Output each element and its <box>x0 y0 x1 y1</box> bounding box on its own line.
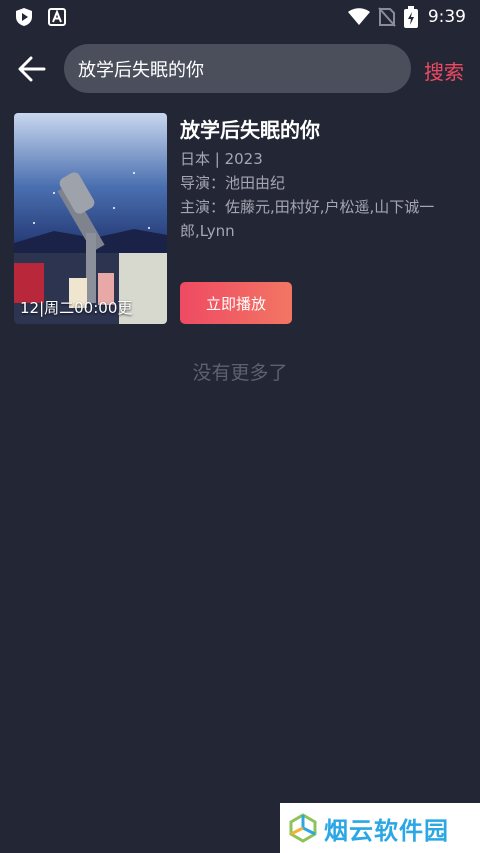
battery-charging-icon <box>403 6 418 28</box>
search-row: 搜索 <box>0 44 480 94</box>
watermark-logo-icon <box>289 813 317 843</box>
result-director: 导演：池田由纪 <box>180 174 286 192</box>
poster-image <box>14 113 167 324</box>
wifi-icon <box>347 8 370 25</box>
watermark-text: 烟云软件园 <box>324 816 449 845</box>
play-now-button[interactable]: 立即播放 <box>180 282 292 324</box>
result-info: 放学后失眠的你 日本 | 2023 导演：池田由纪 主演：佐藤元,田村好,户松遥… <box>180 113 466 243</box>
search-box[interactable] <box>64 44 411 93</box>
watermark: 烟云软件园 <box>280 803 480 853</box>
status-bar: 9:39 <box>0 0 480 34</box>
no-more-text: 没有更多了 <box>192 362 288 384</box>
status-left-icons <box>14 7 66 27</box>
back-button[interactable] <box>18 56 46 82</box>
status-right-icons: 9:39 <box>347 6 466 28</box>
play-shield-icon <box>16 8 32 26</box>
result-card[interactable]: 12|周二00:00更 放学后失眠的你 日本 | 2023 导演：池田由纪 主演… <box>14 113 466 325</box>
result-title[interactable]: 放学后失眠的你 <box>180 116 466 144</box>
result-region-year: 日本 | 2023 <box>180 150 263 168</box>
arrow-left-icon <box>18 56 46 82</box>
poster[interactable]: 12|周二00:00更 <box>14 113 167 324</box>
no-sim-icon <box>378 7 396 27</box>
search-input[interactable] <box>78 58 411 79</box>
status-time: 9:39 <box>427 7 466 27</box>
poster-caption: 12|周二00:00更 <box>20 299 133 317</box>
result-cast: 主演：佐藤元,田村好,户松遥,山下诚一郎,Lynn <box>180 198 435 240</box>
a-box-icon <box>48 8 66 26</box>
search-button[interactable]: 搜索 <box>424 56 464 85</box>
